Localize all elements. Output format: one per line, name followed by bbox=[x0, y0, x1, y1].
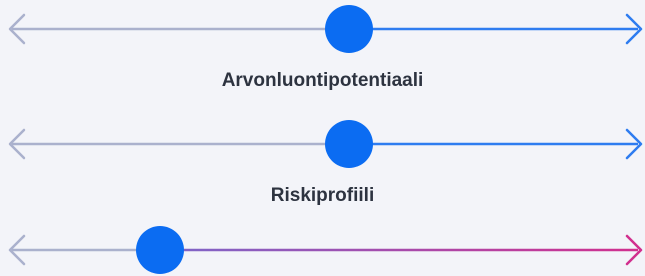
slider-1-track[interactable] bbox=[0, 5, 645, 53]
slider-2-track[interactable] bbox=[0, 118, 645, 166]
slider-3-label: Riskiprofiili bbox=[270, 185, 375, 206]
slider-1-thumb[interactable] bbox=[325, 5, 373, 53]
slider-3-thumb[interactable] bbox=[136, 226, 184, 274]
slider-2-thumb[interactable] bbox=[325, 120, 373, 168]
slider-2[interactable] bbox=[0, 118, 645, 168]
slider-3-track[interactable] bbox=[0, 228, 645, 276]
slider-2-label: Arvonluontipotentiaali bbox=[221, 70, 424, 91]
slider-3[interactable] bbox=[0, 226, 645, 276]
slider-1[interactable] bbox=[0, 5, 645, 53]
